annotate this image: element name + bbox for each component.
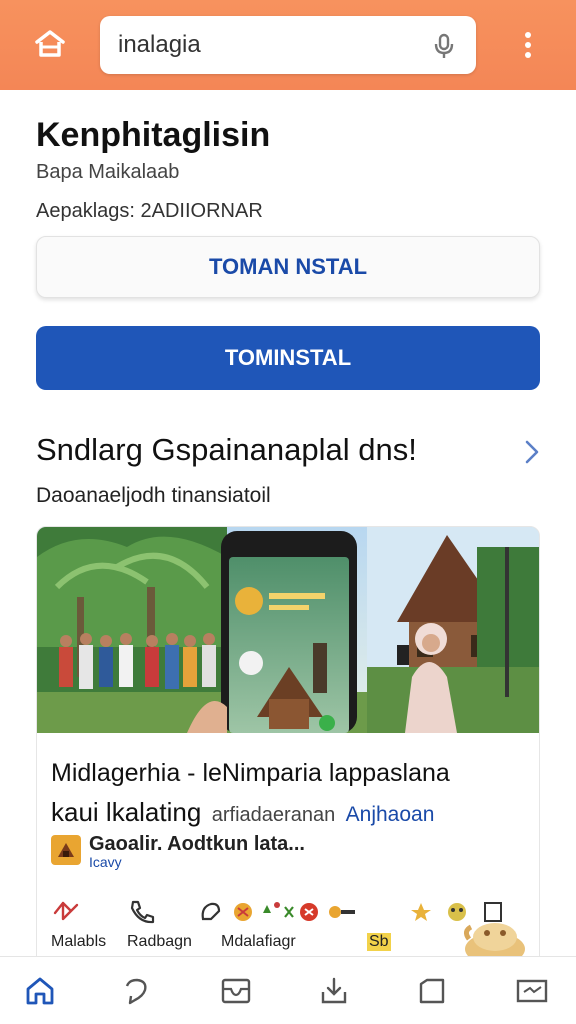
card-image	[37, 527, 539, 733]
install-button[interactable]: TOMINSTAL	[36, 326, 540, 390]
nav-inbox[interactable]	[218, 973, 254, 1009]
action-share[interactable]: Malabls	[51, 899, 106, 951]
inbox-icon	[221, 978, 251, 1004]
share-icon	[53, 901, 79, 921]
app-title: Kenphitaglisin	[36, 116, 271, 154]
app-developer[interactable]: Bapa Maikalaab	[36, 161, 179, 184]
action-call[interactable]: Radbagn	[127, 899, 192, 951]
home-button[interactable]	[30, 26, 70, 62]
source-subtitle: Icavy	[89, 854, 122, 870]
action-reactions[interactable]: Mdalafiagr	[197, 899, 357, 951]
reactions-icon	[201, 902, 355, 921]
nav-library[interactable]	[414, 973, 450, 1009]
top-app-bar	[0, 0, 576, 90]
secondary-install-button[interactable]: TOMAN NSTAL	[36, 236, 540, 298]
more-vert-icon	[525, 32, 531, 58]
featured-card[interactable]: Midlagerhia - leNimparia lappaslana kaui…	[36, 526, 540, 966]
nav-downloads[interactable]	[316, 973, 352, 1009]
home-icon	[35, 30, 65, 57]
overflow-menu-button[interactable]	[516, 26, 540, 64]
bottom-navigation	[0, 956, 576, 1024]
library-icon	[419, 978, 445, 1004]
app-meta: Aepaklags: 2ADIIORNAR	[36, 200, 263, 222]
nav-messages[interactable]	[514, 973, 550, 1009]
source-name[interactable]: Gaoalir. Aodtkun lata...	[89, 833, 305, 856]
action-call-label: Radbagn	[127, 933, 192, 950]
section-more-button[interactable]	[520, 436, 544, 468]
home-icon	[26, 977, 54, 1005]
search-input[interactable]	[118, 28, 418, 62]
chevron-right-icon	[525, 440, 539, 464]
mic-icon	[434, 33, 454, 58]
search-bar[interactable]	[100, 16, 476, 74]
action-emoji-label: Sb	[367, 933, 391, 951]
card-line2-text: arfiadaeranan	[211, 804, 336, 826]
phone-icon	[130, 900, 155, 924]
nav-home[interactable]	[22, 973, 58, 1009]
voice-search-button[interactable]	[430, 30, 458, 62]
app-logo-icon	[58, 843, 74, 857]
recent-icon	[125, 978, 147, 1005]
section-subtitle: Daoanaeljodh tinansiatoil	[36, 484, 271, 507]
action-reactions-label: Mdalafiagr	[221, 933, 296, 950]
source-app-icon	[51, 835, 81, 865]
section-title[interactable]: Sndlarg Gspainanaplal dns!	[36, 432, 417, 468]
card-line2-title: kaui lkalating	[51, 797, 202, 827]
nav-recent[interactable]	[118, 973, 154, 1009]
card-line2: kaui lkalating arfiadaeranan Anjhaoan	[51, 797, 434, 828]
card-headline[interactable]: Midlagerhia - leNimparia lappaslana	[51, 759, 450, 788]
action-share-label: Malabls	[51, 933, 107, 950]
card-line2-link[interactable]: Anjhaoan	[346, 803, 435, 826]
mail-icon	[516, 979, 548, 1003]
download-icon	[321, 977, 347, 1004]
